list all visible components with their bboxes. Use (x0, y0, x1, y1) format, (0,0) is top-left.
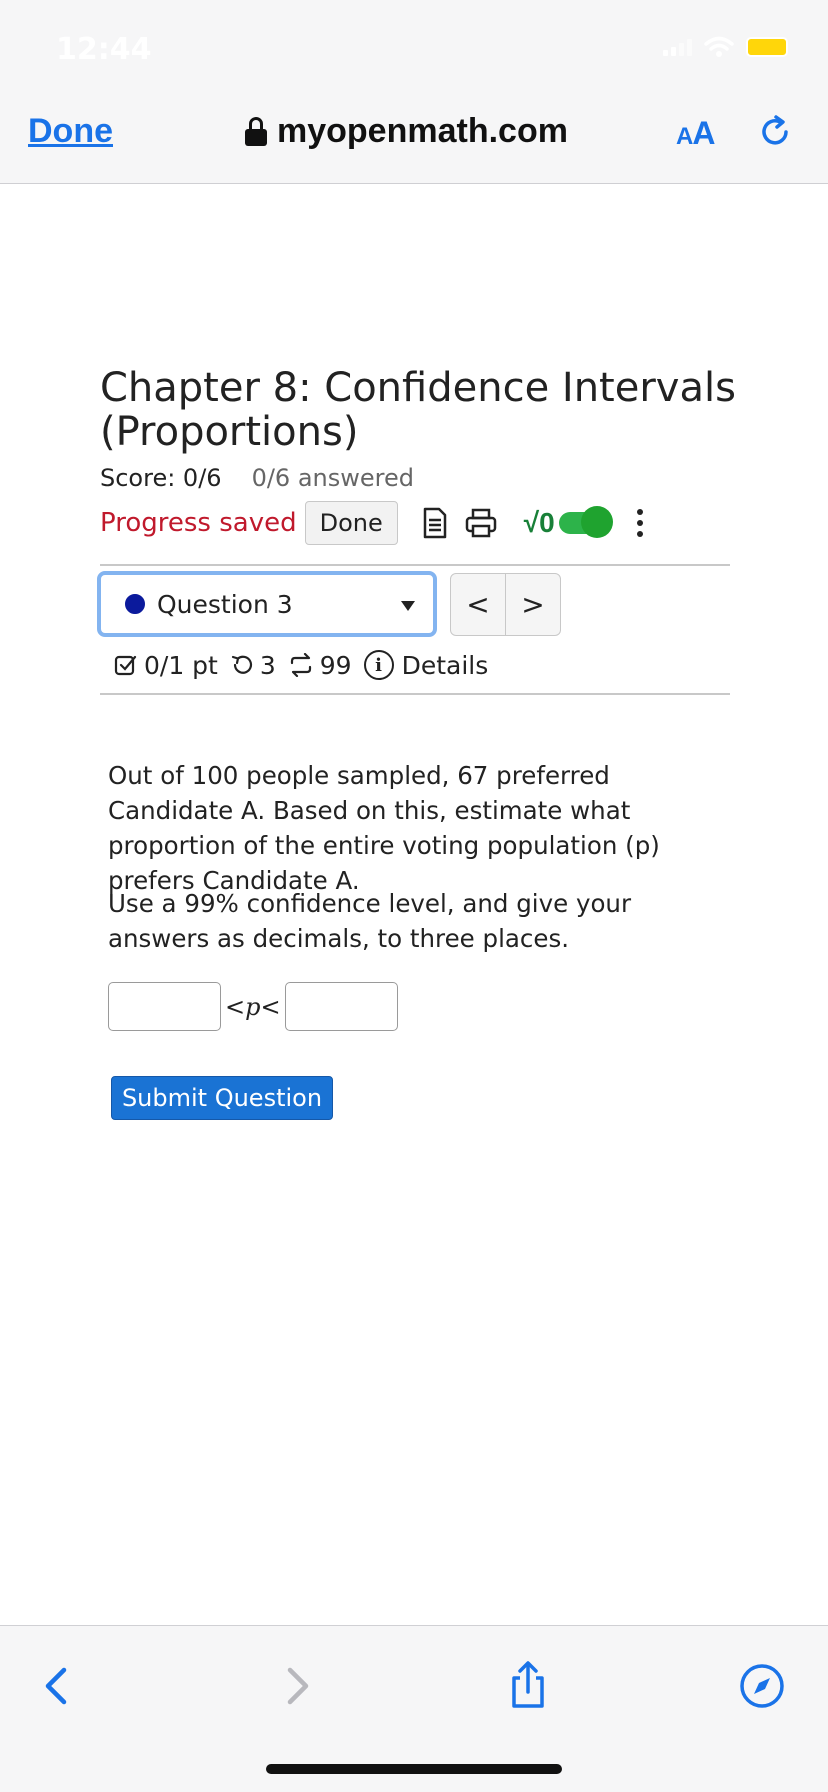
divider (100, 564, 730, 566)
sqrt-icon: √0 (523, 507, 555, 538)
score-text: Score: 0/6 (100, 464, 222, 492)
page-title: Chapter 8: Confidence Intervals (Proport… (100, 365, 736, 455)
lower-bound-input[interactable] (108, 982, 221, 1031)
text-size-large-label: A (692, 115, 715, 151)
back-icon[interactable] (28, 1656, 88, 1716)
submit-question-button[interactable]: Submit Question (111, 1076, 333, 1120)
browser-top-bar: 12:44 Done myopenmath.com AA (0, 0, 828, 184)
less-than-right: < (260, 992, 281, 1021)
question-status-dot (125, 594, 145, 614)
regenerate-icon (290, 653, 311, 677)
lock-icon (245, 116, 267, 147)
checkbox-icon (114, 655, 137, 676)
page: 12:44 Done myopenmath.com AA Chapter 8: … (0, 0, 828, 1792)
text-size-button[interactable]: AA (676, 115, 715, 152)
browser-done-button[interactable]: Done (28, 112, 113, 151)
question-text: Out of 100 people sampled, 67 preferred … (108, 761, 660, 895)
regenerations-count: 99 (319, 650, 352, 680)
answered-count: 0/6 answered (251, 464, 414, 492)
inequality-expression: <p< (225, 993, 281, 1021)
forward-icon[interactable] (266, 1656, 326, 1716)
math-entry-toggle[interactable]: √0 (523, 506, 613, 539)
address-bar[interactable]: myopenmath.com (245, 112, 568, 151)
answer-row: <p< (108, 982, 398, 1031)
status-icons (663, 36, 788, 58)
question-meta: 0/1 pt 3 99 i Details (114, 650, 488, 680)
question-select-label: Question 3 (157, 589, 293, 619)
share-icon[interactable] (498, 1656, 558, 1716)
previous-question-button[interactable]: < (451, 574, 505, 635)
assessment-done-button[interactable]: Done (304, 501, 398, 545)
status-time: 12:44 (56, 32, 152, 67)
address-url: myopenmath.com (277, 112, 568, 150)
text-size-small-label: A (676, 123, 693, 150)
wifi-icon (704, 36, 734, 57)
question-instructions: Use a 99% confidence level, and give you… (108, 889, 632, 953)
assessment-toolbar: Progress saved Done √0 (100, 500, 730, 546)
chevron-down-icon (401, 601, 415, 611)
compass-icon[interactable] (732, 1656, 792, 1716)
retry-icon (231, 655, 252, 674)
retries-count: 3 (259, 650, 276, 680)
details-link[interactable]: Details (402, 651, 489, 680)
info-icon[interactable]: i (363, 650, 394, 680)
divider (100, 693, 730, 695)
home-indicator (266, 1764, 562, 1774)
less-than-left: < (225, 992, 246, 1021)
next-question-button[interactable]: > (505, 574, 560, 635)
cellular-signal-icon (663, 38, 692, 56)
reload-icon[interactable] (758, 114, 794, 150)
score-row: Score: 0/6 0/6 answered (100, 464, 414, 492)
question-pager: < > (450, 573, 561, 636)
battery-icon (746, 37, 788, 57)
variable-p: p (245, 992, 261, 1021)
progress-saved-status: Progress saved (100, 508, 297, 538)
upper-bound-input[interactable] (284, 982, 398, 1031)
more-options-icon[interactable] (636, 509, 643, 537)
document-icon[interactable] (420, 506, 450, 540)
toggle-switch[interactable] (558, 506, 613, 538)
print-icon[interactable] (464, 506, 498, 540)
question-select[interactable]: Question 3 (97, 571, 437, 637)
points-text: 0/1 pt (144, 650, 218, 680)
